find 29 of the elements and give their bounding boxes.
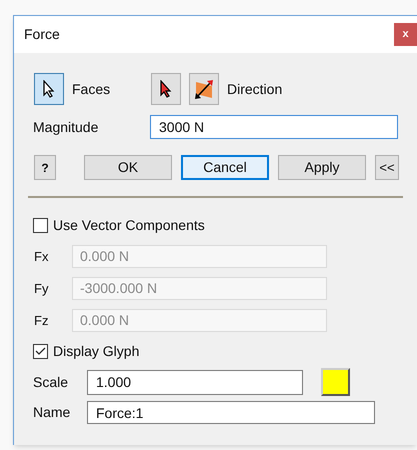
component-label: Fy bbox=[34, 280, 50, 298]
use-vector-components-label: Use Vector Components bbox=[53, 216, 205, 235]
cursor-icon bbox=[42, 80, 56, 98]
component-label: Fz bbox=[34, 312, 50, 330]
dialog-button[interactable]: OK bbox=[84, 155, 172, 180]
display-glyph-label: Display Glyph bbox=[53, 342, 140, 361]
cursor-icon bbox=[159, 80, 173, 98]
scale-label: Scale bbox=[33, 372, 70, 392]
faces-label: Faces bbox=[72, 80, 112, 98]
window-title: Force bbox=[24, 25, 60, 44]
name-label: Name bbox=[33, 403, 72, 422]
dialog-button[interactable]: Apply bbox=[278, 155, 366, 180]
direction-label: Direction bbox=[227, 80, 282, 98]
flip-direction-button[interactable] bbox=[189, 73, 219, 105]
checkbox[interactable] bbox=[33, 218, 48, 233]
name-field[interactable]: Force:1 bbox=[87, 401, 375, 424]
scale-field[interactable]: 1.000 bbox=[87, 370, 303, 394]
color-swatch-button[interactable] bbox=[321, 368, 350, 396]
collapse-button[interactable]: << bbox=[375, 155, 399, 180]
magnitude-field[interactable]: 3000 N bbox=[150, 115, 398, 139]
select-faces-button[interactable] bbox=[34, 73, 64, 105]
close-button[interactable]: x bbox=[394, 23, 417, 46]
checkbox[interactable] bbox=[33, 344, 48, 359]
select-direction-button[interactable] bbox=[151, 73, 181, 105]
dialog-button[interactable]: Cancel bbox=[181, 155, 269, 180]
flip-arrow-icon bbox=[193, 78, 215, 100]
help-button[interactable]: ? bbox=[34, 155, 56, 180]
component-label: Fx bbox=[34, 248, 50, 266]
magnitude-label: Magnitude bbox=[33, 118, 100, 137]
